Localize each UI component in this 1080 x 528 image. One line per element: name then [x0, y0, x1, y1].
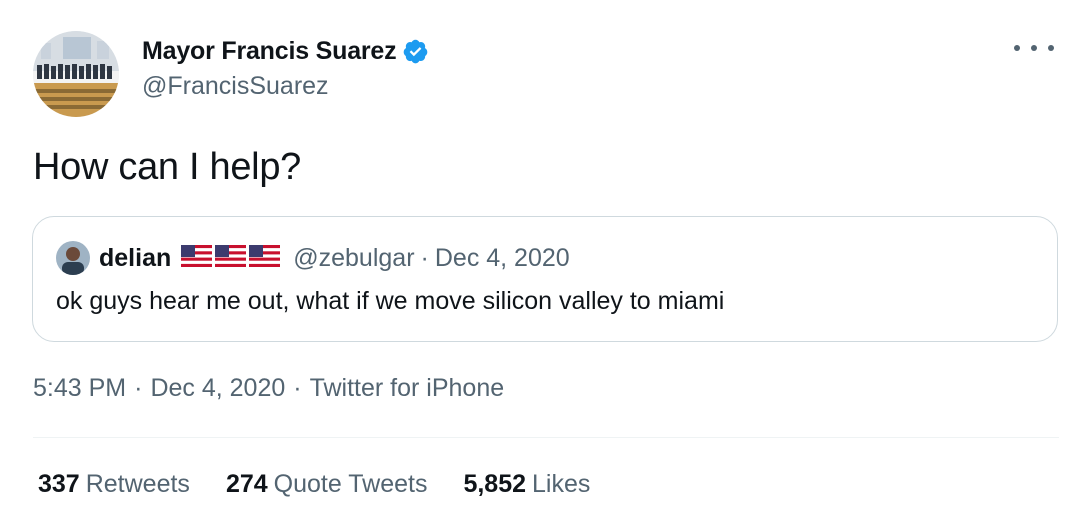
more-dot — [1014, 45, 1020, 51]
likes-label: Likes — [532, 470, 591, 498]
verified-badge-icon — [402, 38, 429, 65]
author-display-name[interactable]: Mayor Francis Suarez — [142, 37, 397, 66]
us-flag-icon — [215, 244, 247, 272]
tweet-card: Mayor Francis Suarez @FrancisSuarez How … — [0, 0, 1080, 528]
likes-count: 5,852 — [463, 470, 527, 498]
quoted-handle[interactable]: @zebulgar — [293, 244, 414, 273]
tweet-text: How can I help? — [33, 146, 301, 188]
quoted-display-name[interactable]: delian — [99, 244, 171, 273]
quoted-tweet-header: delian @zebulgar · Dec 4, 2020 — [56, 240, 570, 276]
quoted-profile-photo — [56, 241, 90, 275]
tweet-date[interactable]: Dec 4, 2020 — [150, 374, 285, 403]
name-row: Mayor Francis Suarez — [142, 34, 429, 68]
author-block: Mayor Francis Suarez @FrancisSuarez — [142, 34, 429, 101]
tweet-time[interactable]: 5:43 PM — [33, 374, 126, 403]
author-avatar[interactable] — [33, 31, 119, 117]
retweets-stat[interactable]: 337 Retweets — [38, 470, 190, 499]
tweet-source[interactable]: Twitter for iPhone — [310, 374, 505, 403]
quote-tweets-label: Quote Tweets — [273, 470, 428, 498]
author-handle[interactable]: @FrancisSuarez — [142, 72, 429, 101]
us-flag-icon — [181, 244, 213, 272]
likes-stat[interactable]: 5,852 Likes — [463, 470, 590, 499]
more-options-icon[interactable] — [1014, 38, 1054, 58]
more-dot — [1048, 45, 1054, 51]
quote-tweets-stat[interactable]: 274 Quote Tweets — [226, 470, 428, 499]
quoted-tweet[interactable]: delian @zebulgar · Dec 4, 2020 ok guys h… — [32, 216, 1058, 342]
quoted-date[interactable]: Dec 4, 2020 — [435, 244, 570, 273]
meta-separator: · — [134, 374, 143, 402]
us-flag-icon — [249, 244, 281, 272]
tweet-metadata: 5:43 PM · Dec 4, 2020 · Twitter for iPho… — [33, 374, 504, 403]
quoted-separator: · — [420, 243, 429, 272]
divider — [33, 437, 1059, 438]
quoted-author-avatar[interactable] — [56, 241, 90, 275]
meta-separator: · — [293, 374, 302, 402]
engagement-stats: 337 Retweets 274 Quote Tweets 5,852 Like… — [38, 470, 626, 499]
quoted-tweet-text: ok guys hear me out, what if we move sil… — [56, 287, 725, 315]
retweets-label: Retweets — [85, 470, 190, 498]
flag-emojis — [181, 244, 283, 272]
more-dot — [1031, 45, 1037, 51]
quote-tweets-count: 274 — [225, 470, 268, 498]
profile-photo — [33, 31, 119, 117]
retweets-count: 337 — [38, 470, 80, 498]
